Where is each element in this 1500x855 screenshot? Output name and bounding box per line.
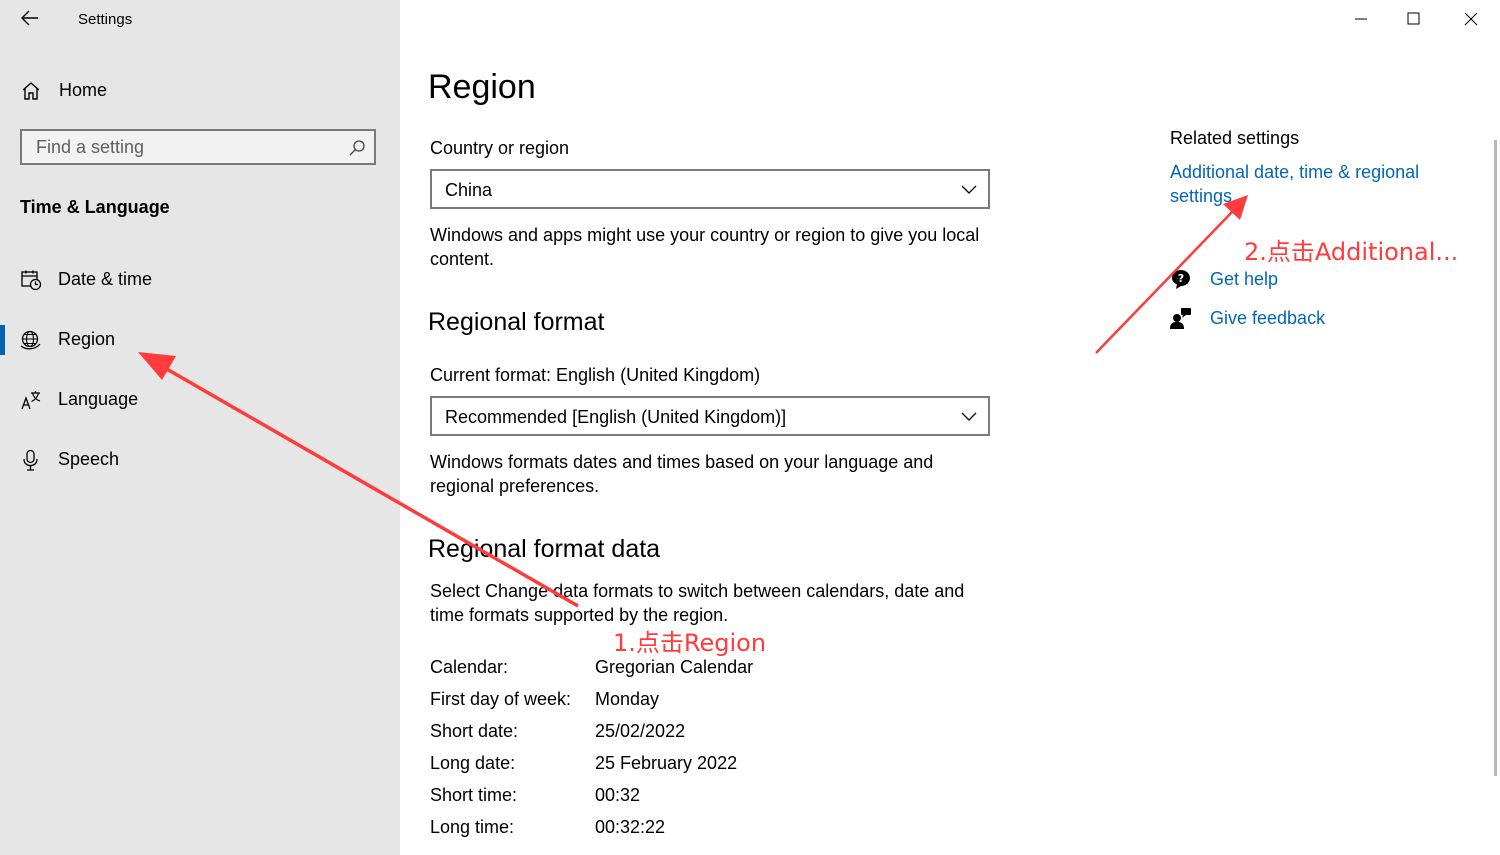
calendar-clock-icon (21, 270, 42, 291)
short-time-label: Short time: (430, 785, 518, 805)
sidebar-item-label: Date & time (58, 269, 153, 289)
search-box[interactable] (20, 129, 376, 165)
search-icon[interactable] (348, 139, 366, 157)
svg-text:?: ? (1178, 272, 1184, 285)
sidebar-item-speech[interactable]: Speech (0, 437, 400, 483)
current-format-label: Current format: English (United Kingdom) (430, 365, 761, 385)
long-time-value: 00:32:22 (595, 817, 666, 837)
selection-indicator (0, 325, 5, 355)
short-date-label: Short date: (430, 721, 519, 741)
sidebar: Settings Home Time & Language Date & tim… (0, 0, 400, 855)
format-data-heading: Regional format data (428, 535, 661, 563)
help-icon[interactable]: ? (1170, 268, 1192, 290)
home-link[interactable]: Home (59, 80, 107, 101)
sidebar-item-label: Language (58, 389, 139, 409)
globe-icon (20, 330, 41, 350)
give-feedback-link[interactable]: Give feedback (1210, 308, 1325, 329)
long-date-label: Long date: (430, 753, 516, 773)
long-date-value: 25 February 2022 (595, 753, 738, 773)
search-input[interactable] (22, 131, 342, 163)
close-button[interactable] (1448, 0, 1494, 38)
format-description: Windows formats dates and times based on… (430, 452, 934, 496)
long-time-label: Long time: (430, 817, 515, 837)
calendar-value: Gregorian Calendar (595, 657, 754, 677)
country-dropdown[interactable]: China (430, 169, 990, 209)
sidebar-item-label: Region (58, 329, 116, 349)
app-title: Settings (78, 11, 133, 28)
get-help-link[interactable]: Get help (1210, 269, 1278, 290)
close-icon (1464, 12, 1478, 26)
back-arrow-icon (21, 10, 38, 26)
sidebar-item-label: Speech (58, 449, 120, 469)
chevron-down-icon (961, 185, 977, 194)
sidebar-item-region[interactable]: Region (0, 317, 400, 363)
chevron-down-icon (961, 412, 977, 421)
country-description: Windows and apps might use your country … (430, 225, 980, 269)
format-dropdown[interactable]: Recommended [English (United Kingdom)] (430, 396, 990, 436)
maximize-icon (1407, 12, 1420, 25)
feedback-icon[interactable] (1170, 307, 1192, 329)
back-button[interactable] (18, 6, 42, 30)
country-label: Country or region (430, 138, 570, 158)
format-data-description: Select Change data formats to switch bet… (430, 581, 965, 625)
minimize-button[interactable] (1338, 0, 1384, 38)
language-icon (21, 391, 41, 410)
sidebar-item-date-time[interactable]: Date & time (0, 257, 400, 303)
regional-format-heading: Regional format (428, 308, 605, 336)
page-title: Region (428, 68, 536, 106)
home-icon[interactable] (20, 80, 42, 102)
format-value: Recommended [English (United Kingdom)] (445, 407, 787, 427)
country-value: China (445, 180, 493, 200)
sidebar-item-language[interactable]: Language (0, 377, 400, 423)
scrollbar[interactable] (1494, 140, 1497, 776)
first-day-label: First day of week: (430, 689, 572, 709)
first-day-value: Monday (595, 689, 660, 709)
short-time-value: 00:32 (595, 785, 641, 805)
microphone-icon (23, 449, 38, 471)
calendar-label: Calendar: (430, 657, 509, 677)
section-header: Time & Language (20, 197, 170, 217)
minimize-icon (1355, 18, 1367, 20)
short-date-value: 25/02/2022 (595, 721, 686, 741)
annotation-step1: 1.点击Region (613, 629, 767, 657)
related-settings-title: Related settings (1170, 128, 1300, 148)
maximize-button[interactable] (1391, 0, 1437, 38)
additional-settings-link[interactable]: Additional date, time & regional setting… (1170, 160, 1450, 208)
annotation-step2: 2.点击Additional... (1244, 238, 1459, 266)
